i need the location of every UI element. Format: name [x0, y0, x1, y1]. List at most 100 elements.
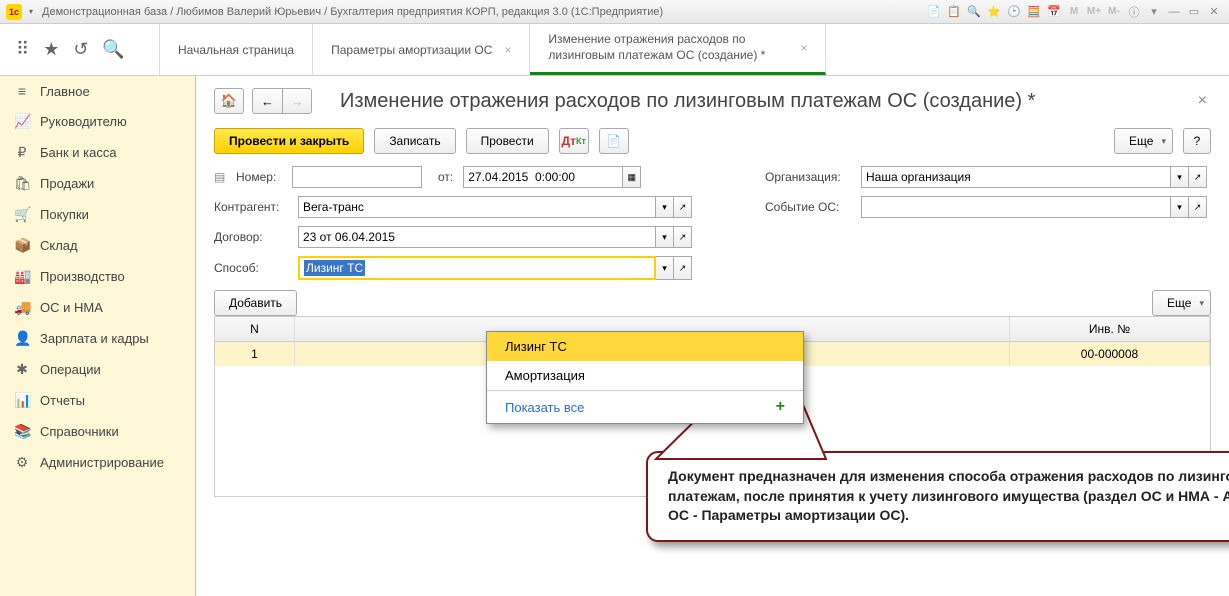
tab-close-icon[interactable]: ×	[504, 43, 511, 57]
button-row: Провести и закрыть Записать Провести ДтК…	[214, 128, 1211, 154]
org-input[interactable]	[861, 166, 1171, 188]
tb-m-icon[interactable]: M	[1065, 4, 1083, 20]
write-button[interactable]: Записать	[374, 128, 455, 154]
table-toolbar: Добавить Еще	[214, 290, 1211, 316]
tab-home[interactable]: Начальная страница	[160, 24, 313, 75]
tb-icon[interactable]: 🕑	[1005, 4, 1023, 20]
col-inv[interactable]: Инв. №	[1010, 317, 1210, 341]
back-button[interactable]: ←	[252, 88, 282, 114]
content-inner: 🏠 ← → Изменение отражения расходов по ли…	[196, 76, 1229, 596]
post-button[interactable]: Провести	[466, 128, 549, 154]
sidebar-item-manager[interactable]: 📈Руководителю	[0, 106, 195, 137]
sidebar-item-label: Зарплата и кадры	[40, 331, 149, 346]
event-input[interactable]	[861, 196, 1171, 218]
counterparty-input[interactable]	[298, 196, 656, 218]
method-selected-text: Лизинг ТС	[304, 260, 365, 276]
sidebar-item-production[interactable]: 🏭Производство	[0, 261, 195, 292]
tb-icon[interactable]: 📋	[945, 4, 963, 20]
post-close-button[interactable]: Провести и закрыть	[214, 128, 364, 154]
dk-button[interactable]: ДтКт	[559, 128, 589, 154]
page-close-icon[interactable]: ×	[1198, 92, 1207, 110]
chevron-down-icon[interactable]: ▾	[1171, 196, 1189, 218]
home-button[interactable]: 🏠	[214, 88, 244, 114]
sidebar-item-salary[interactable]: 👤Зарплата и кадры	[0, 323, 195, 354]
forward-button[interactable]: →	[282, 88, 312, 114]
dropdown-item-amort[interactable]: Амортизация	[487, 361, 803, 390]
open-icon[interactable]: ↗	[1189, 196, 1207, 218]
maximize-icon[interactable]: ▭	[1185, 4, 1203, 20]
sidebar-item-purchases[interactable]: 🛒Покупки	[0, 199, 195, 230]
tb-dd-icon[interactable]: ▾	[1145, 4, 1163, 20]
cell-n: 1	[215, 342, 295, 366]
counterparty-wrap: ▾↗	[298, 196, 692, 218]
tab-close-icon[interactable]: ×	[800, 41, 807, 55]
sidebar-item-label: Продажи	[40, 176, 94, 191]
tb-icon[interactable]: 🧮	[1025, 4, 1043, 20]
box-icon: 📦	[14, 237, 30, 254]
minimize-icon[interactable]: —	[1165, 4, 1183, 20]
tb-icon[interactable]: ⭐	[985, 4, 1003, 20]
open-icon[interactable]: ↗	[1189, 166, 1207, 188]
sidebar-item-sales[interactable]: 🛍Продажи	[0, 168, 195, 199]
app-menu-dropdown[interactable]: ▾	[26, 4, 36, 20]
history-icon[interactable]: ↺	[73, 39, 88, 60]
sidebar-item-label: ОС и НМА	[40, 300, 103, 315]
event-label: Событие ОС:	[765, 200, 855, 214]
show-all-link[interactable]: Показать все	[505, 400, 584, 415]
counterparty-label: Контрагент:	[214, 200, 292, 214]
chevron-down-icon[interactable]: ▾	[656, 226, 674, 248]
sidebar-item-main[interactable]: ≡Главное	[0, 76, 195, 106]
doc-button[interactable]: 📄	[599, 128, 629, 154]
tab-params[interactable]: Параметры амортизации ОС ×	[313, 24, 530, 75]
sidebar-item-warehouse[interactable]: 📦Склад	[0, 230, 195, 261]
method-input[interactable]: Лизинг ТС	[298, 256, 656, 280]
sidebar-item-admin[interactable]: ⚙Администрирование	[0, 447, 195, 478]
sidebar-item-assets[interactable]: 🚚 ОС и НМА	[0, 292, 195, 323]
plus-icon[interactable]: +	[776, 398, 785, 416]
window-titlebar: 1c ▾ Демонстрационная база / Любимов Вал…	[0, 0, 1229, 24]
close-icon[interactable]: ✕	[1205, 4, 1223, 20]
content: 🏠 ← → Изменение отражения расходов по ли…	[196, 76, 1229, 596]
search-icon[interactable]: 🔍	[102, 39, 124, 60]
tb-mplus-icon[interactable]: M+	[1085, 4, 1103, 20]
tb-mminus-icon[interactable]: M-	[1105, 4, 1123, 20]
open-icon[interactable]: ↗	[674, 226, 692, 248]
table-more-button[interactable]: Еще	[1152, 290, 1211, 316]
open-icon[interactable]: ↗	[674, 256, 692, 280]
col-n[interactable]: N	[215, 317, 295, 341]
star2-icon: ✱	[14, 361, 30, 378]
event-wrap: ▾↗	[861, 196, 1211, 218]
number-input[interactable]	[292, 166, 422, 188]
sidebar-item-bank[interactable]: ₽Банк и касса	[0, 137, 195, 168]
chevron-down-icon[interactable]: ▾	[1171, 166, 1189, 188]
chevron-down-icon[interactable]: ▾	[656, 196, 674, 218]
tb-icon[interactable]: 📄	[925, 4, 943, 20]
number-label: Номер:	[236, 170, 286, 184]
apps-icon[interactable]: ⠿	[16, 39, 29, 60]
contract-input[interactable]	[298, 226, 656, 248]
tab-label: Параметры амортизации ОС	[331, 43, 492, 57]
page-header: 🏠 ← → Изменение отражения расходов по ли…	[214, 88, 1211, 114]
sidebar-item-reports[interactable]: 📊Отчеты	[0, 385, 195, 416]
cart-icon: 🛒	[14, 206, 30, 223]
form-row-method: Способ: Лизинг ТС ▾↗	[214, 256, 1211, 280]
star-icon[interactable]: ★	[43, 39, 59, 60]
tab-current[interactable]: Изменение отражения расходов по лизингов…	[530, 24, 826, 75]
more-button[interactable]: Еще	[1114, 128, 1173, 154]
tb-icon[interactable]: 🔍	[965, 4, 983, 20]
sidebar-item-label: Справочники	[40, 424, 119, 439]
open-icon[interactable]: ↗	[674, 196, 692, 218]
calendar-icon[interactable]: ▦	[623, 166, 641, 188]
sidebar-item-label: Отчеты	[40, 393, 85, 408]
chart-icon: 📈	[14, 113, 30, 130]
sidebar-item-references[interactable]: 📚Справочники	[0, 416, 195, 447]
help-button[interactable]: ?	[1183, 128, 1211, 154]
tb-info-icon[interactable]: ⓘ	[1125, 4, 1143, 20]
tb-icon[interactable]: 📅	[1045, 4, 1063, 20]
add-button[interactable]: Добавить	[214, 290, 297, 316]
date-input[interactable]	[463, 166, 623, 188]
truck-icon: 🚚	[14, 299, 30, 316]
dropdown-item-leasing[interactable]: Лизинг ТС	[487, 332, 803, 361]
chevron-down-icon[interactable]: ▾	[656, 256, 674, 280]
sidebar-item-operations[interactable]: ✱Операции	[0, 354, 195, 385]
